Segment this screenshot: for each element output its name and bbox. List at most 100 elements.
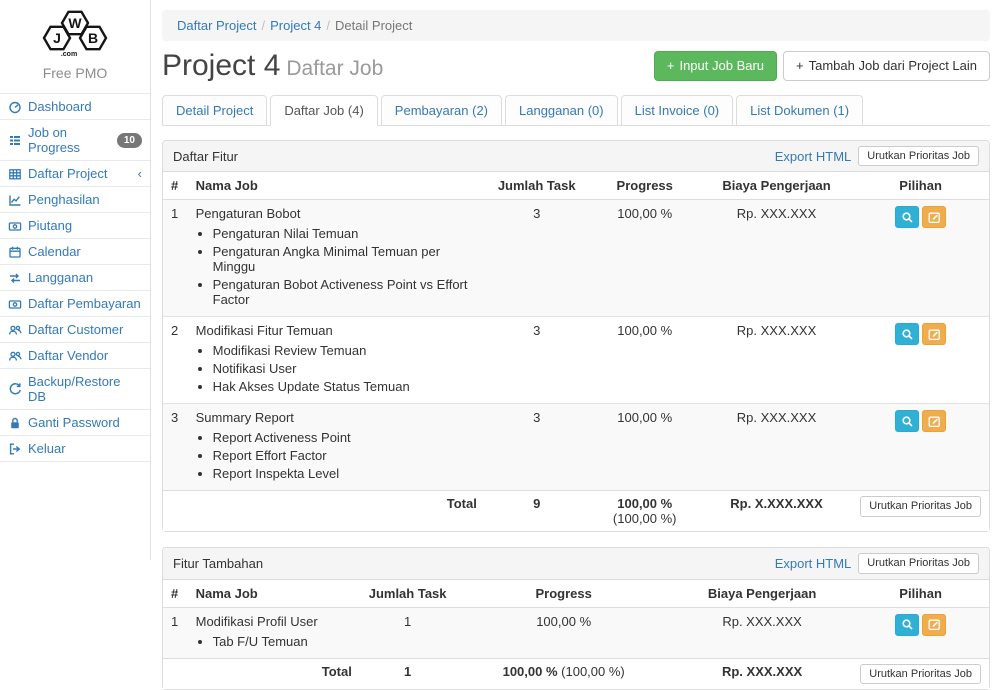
breadcrumb-link-daftar-project[interactable]: Daftar Project xyxy=(177,18,256,33)
tab-daftar-job[interactable]: Daftar Job (4) xyxy=(270,95,377,126)
biaya-cell: Rp. XXX.XXX xyxy=(701,404,852,491)
line-chart-icon xyxy=(8,193,22,207)
sidebar-item-label: Daftar Pembayaran xyxy=(28,296,141,311)
job-cell: Summary Report Report Activeness Point R… xyxy=(188,404,485,491)
edit-job-button[interactable] xyxy=(922,206,946,228)
plus-icon: + xyxy=(667,58,675,75)
sidebar-item-calendar[interactable]: Calendar xyxy=(0,239,150,265)
sidebar-item-backup-restore[interactable]: Backup/Restore DB xyxy=(0,369,150,410)
job-cell: Modifikasi Fitur Temuan Modifikasi Revie… xyxy=(188,317,485,404)
sidebar-item-daftar-pembayaran[interactable]: Daftar Pembayaran xyxy=(0,291,150,317)
sidebar-menu: Dashboard Job on Progress 10 Daftar Proj… xyxy=(0,93,150,462)
table-header-row: # Nama Job Jumlah Task Progress Biaya Pe… xyxy=(163,172,989,200)
col-biaya-pengerjaan: Biaya Pengerjaan xyxy=(672,580,852,608)
daftar-fitur-table: # Nama Job Jumlah Task Progress Biaya Pe… xyxy=(163,172,989,531)
subtask-item: Pengaturan Bobot Activeness Point vs Eff… xyxy=(213,277,477,307)
col-jumlah-task: Jumlah Task xyxy=(485,172,589,200)
edit-job-button[interactable] xyxy=(922,323,946,345)
total-actions: Urutkan Prioritas Job xyxy=(852,658,989,689)
breadcrumb-link-project-4[interactable]: Project 4 xyxy=(270,18,321,33)
col-biaya-pengerjaan: Biaya Pengerjaan xyxy=(701,172,852,200)
view-job-button[interactable] xyxy=(895,410,919,432)
page-title: Project 4Daftar Job xyxy=(162,49,383,83)
sidebar-item-job-on-progress[interactable]: Job on Progress 10 xyxy=(0,120,150,161)
sidebar-item-label: Penghasilan xyxy=(28,192,100,207)
urutkan-prioritas-job-button[interactable]: Urutkan Prioritas Job xyxy=(860,496,981,516)
export-html-link[interactable]: Export HTML xyxy=(775,149,852,164)
sidebar-item-piutang[interactable]: Piutang xyxy=(0,213,150,239)
lock-icon xyxy=(8,416,22,430)
sidebar-item-keluar[interactable]: Keluar xyxy=(0,436,150,462)
total-progress: 100,00 % (100,00 %) xyxy=(589,491,701,532)
sidebar-item-label: Daftar Project xyxy=(28,166,107,181)
row-number: 2 xyxy=(163,317,188,404)
jumlah-task-cell: 3 xyxy=(485,317,589,404)
total-actions: Urutkan Prioritas Job xyxy=(852,491,989,532)
subtask-item: Report Effort Factor xyxy=(213,448,477,463)
view-job-button[interactable] xyxy=(895,323,919,345)
sidebar-item-label: Keluar xyxy=(28,441,66,456)
header-actions: + Input Job Baru + Tambah Job dari Proje… xyxy=(654,51,990,82)
subtask-item: Pengaturan Nilai Temuan xyxy=(213,226,477,241)
sidebar-item-dashboard[interactable]: Dashboard xyxy=(0,94,150,120)
job-title: Modifikasi Profil User xyxy=(196,614,318,629)
total-label: Total xyxy=(163,491,485,532)
jwb-logo: W J B .com xyxy=(0,0,150,61)
row-number: 3 xyxy=(163,404,188,491)
sidebar-item-langganan[interactable]: Langganan xyxy=(0,265,150,291)
view-job-button[interactable] xyxy=(895,206,919,228)
urutkan-prioritas-job-button[interactable]: Urutkan Prioritas Job xyxy=(860,664,981,684)
row-number: 1 xyxy=(163,200,188,317)
app-window: W J B .com Free PMO Dashboard Job on Pro… xyxy=(0,0,1000,560)
row-number: 1 xyxy=(163,607,188,658)
sidebar-item-label: Calendar xyxy=(28,244,81,259)
edit-job-button[interactable] xyxy=(922,410,946,432)
money-icon xyxy=(8,219,22,233)
export-html-link[interactable]: Export HTML xyxy=(775,556,852,571)
edit-icon xyxy=(928,415,941,428)
tambah-job-dari-project-lain-button[interactable]: + Tambah Job dari Project Lain xyxy=(783,51,990,82)
col-progress: Progress xyxy=(455,580,672,608)
panel-daftar-fitur: Daftar Fitur Export HTML Urutkan Priorit… xyxy=(162,140,990,532)
sidebar-item-label: Ganti Password xyxy=(28,415,120,430)
urutkan-prioritas-job-button[interactable]: Urutkan Prioritas Job xyxy=(858,146,979,166)
search-icon xyxy=(901,211,914,224)
biaya-cell: Rp. XXX.XXX xyxy=(701,200,852,317)
sidebar-item-label: Daftar Vendor xyxy=(28,348,108,363)
tab-detail-project[interactable]: Detail Project xyxy=(162,95,267,126)
sidebar-item-daftar-vendor[interactable]: Daftar Vendor xyxy=(0,343,150,369)
button-label: Tambah Job dari Project Lain xyxy=(809,58,977,75)
search-icon xyxy=(901,328,914,341)
job-cell: Pengaturan Bobot Pengaturan Nilai Temuan… xyxy=(188,200,485,317)
urutkan-prioritas-job-button[interactable]: Urutkan Prioritas Job xyxy=(858,553,979,573)
breadcrumb: Daftar Project/Project 4/Detail Project xyxy=(162,10,990,41)
tab-list-invoice[interactable]: List Invoice (0) xyxy=(621,95,734,126)
table-row: 1 Modifikasi Profil User Tab F/U Temuan … xyxy=(163,607,989,658)
sidebar-item-label: Backup/Restore DB xyxy=(28,374,142,404)
sidebar-item-label: Daftar Customer xyxy=(28,322,123,337)
progress-cell: 100,00 % xyxy=(589,200,701,317)
task-list-icon xyxy=(8,133,22,147)
input-job-baru-button[interactable]: + Input Job Baru xyxy=(654,51,777,82)
plus-icon: + xyxy=(796,58,804,75)
tab-pembayaran[interactable]: Pembayaran (2) xyxy=(381,95,502,126)
panel-actions: Export HTML Urutkan Prioritas Job xyxy=(775,553,979,573)
col-jumlah-task: Jumlah Task xyxy=(360,580,456,608)
logo-letter-b: B xyxy=(88,30,98,46)
breadcrumb-separator: / xyxy=(261,18,265,33)
job-title: Modifikasi Fitur Temuan xyxy=(196,323,333,338)
tab-list-dokumen[interactable]: List Dokumen (1) xyxy=(736,95,863,126)
sidebar-item-daftar-customer[interactable]: Daftar Customer xyxy=(0,317,150,343)
project-title: Project 4 xyxy=(162,49,280,82)
total-tasks: 9 xyxy=(485,491,589,532)
job-count-badge: 10 xyxy=(117,133,142,148)
view-job-button[interactable] xyxy=(895,614,919,636)
sidebar-item-ganti-password[interactable]: Ganti Password xyxy=(0,410,150,436)
subtask-list: Pengaturan Nilai Temuan Pengaturan Angka… xyxy=(196,226,477,307)
breadcrumb-separator: / xyxy=(326,18,330,33)
edit-job-button[interactable] xyxy=(922,614,946,636)
sidebar: W J B .com Free PMO Dashboard Job on Pro… xyxy=(0,0,151,560)
tab-langganan[interactable]: Langganan (0) xyxy=(505,95,618,126)
sidebar-item-daftar-project[interactable]: Daftar Project ‹ xyxy=(0,161,150,187)
sidebar-item-penghasilan[interactable]: Penghasilan xyxy=(0,187,150,213)
